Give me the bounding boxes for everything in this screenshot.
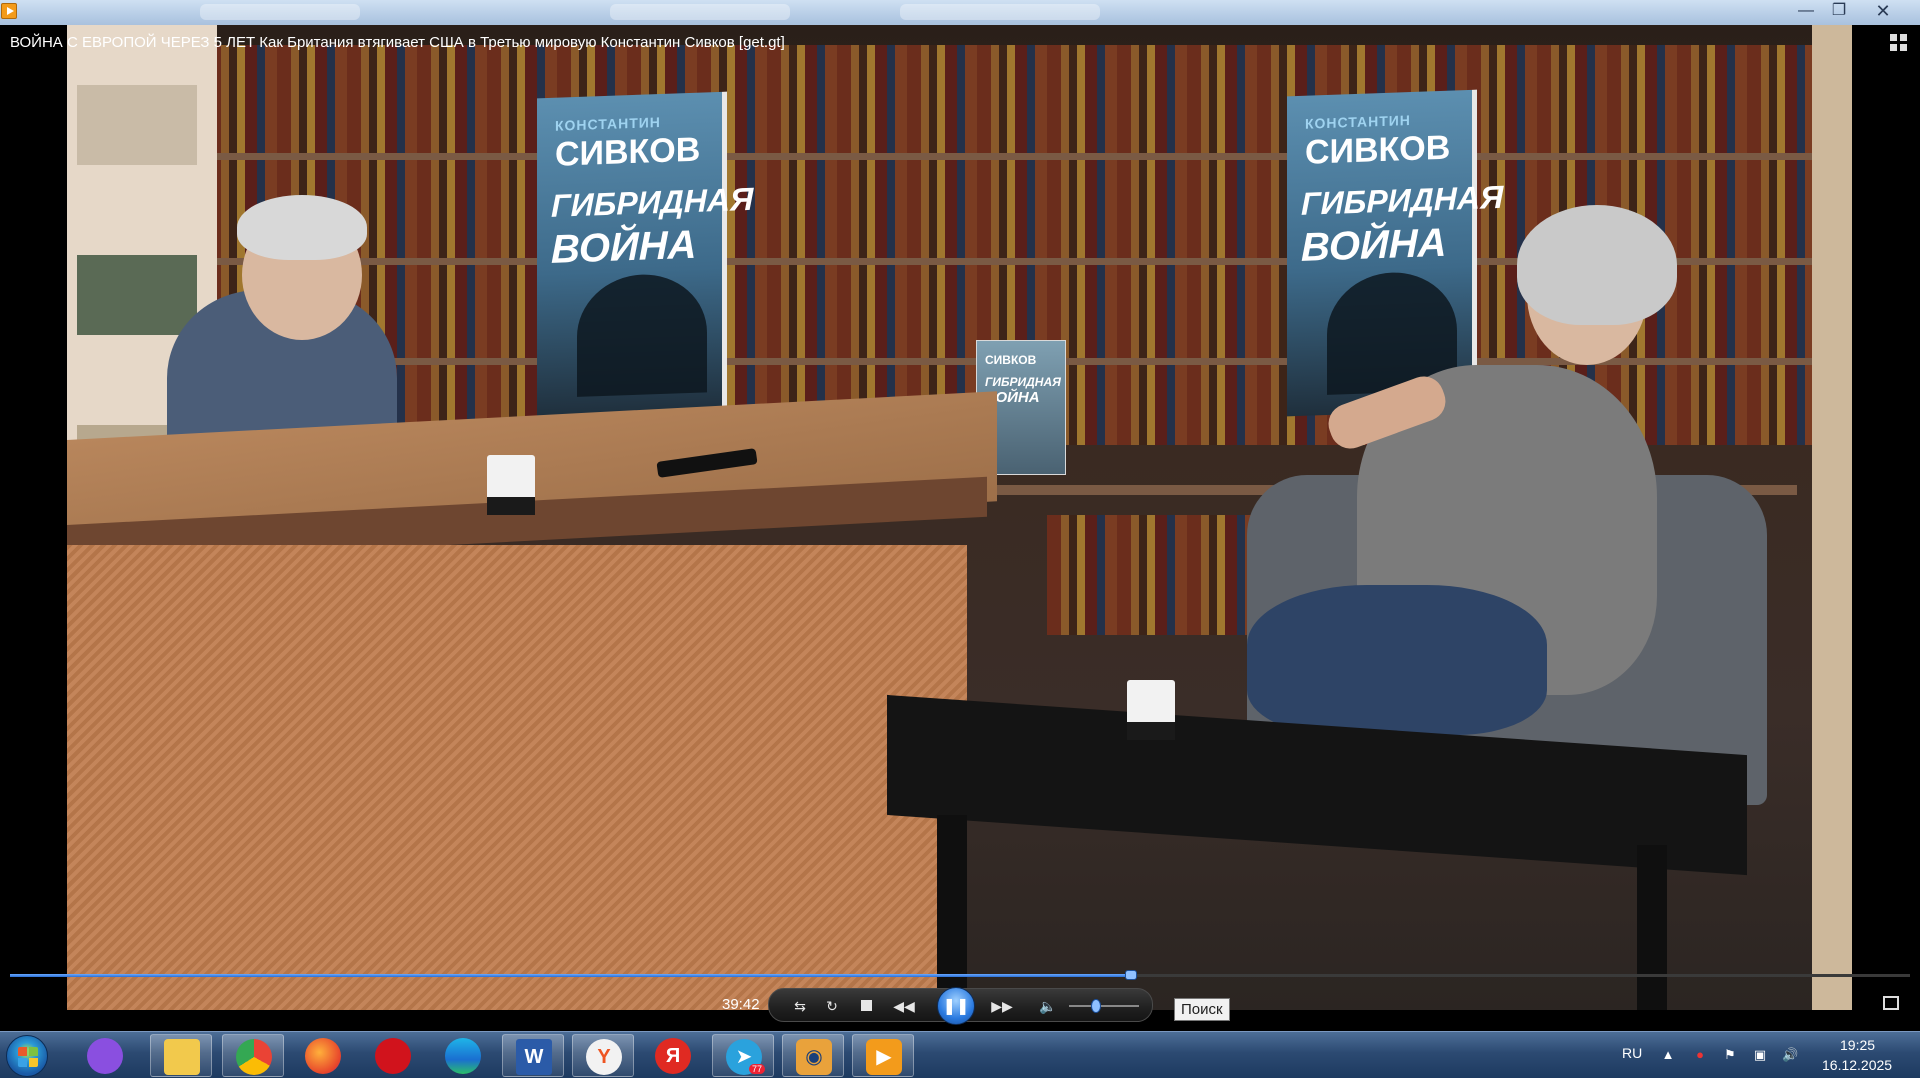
window-titlebar: — ❐ ✕: [0, 0, 1920, 25]
network-icon[interactable]: ▣: [1752, 1047, 1768, 1063]
speaker-icon[interactable]: 🔊: [1782, 1047, 1798, 1063]
action-center-flag-icon[interactable]: ⚑: [1722, 1047, 1738, 1063]
table-leg: [1637, 845, 1667, 1010]
notification-badge: 77: [748, 1064, 765, 1074]
taskbar-app[interactable]: ▶: [852, 1034, 914, 1077]
poster-title: ГИБРИДНАЯ: [1301, 178, 1504, 222]
restore-icon[interactable]: ❐: [1824, 1, 1854, 21]
player-controls: ⇆ ↻ ◀◀ ❚❚ ▶▶ 🔈: [768, 987, 1153, 1025]
yandex-browser-icon: Y: [586, 1039, 622, 1075]
taskbar-app[interactable]: [362, 1034, 424, 1077]
poster-title: ВОЙНА: [1301, 220, 1447, 270]
taskbar-app[interactable]: [150, 1034, 212, 1077]
language-indicator[interactable]: RU: [1622, 1045, 1642, 1061]
antivirus-tray-icon[interactable]: ●: [1692, 1047, 1708, 1063]
taskbar-app[interactable]: [292, 1034, 354, 1077]
file-explorer-icon: [164, 1039, 200, 1075]
desk-front: [67, 545, 967, 1010]
stop-button[interactable]: [855, 995, 877, 1017]
book-cover: [77, 85, 197, 165]
taskbar-app[interactable]: [74, 1034, 136, 1077]
seek-progress: [10, 974, 1131, 977]
right-bookshelf: [1812, 25, 1852, 1010]
alice-icon: [87, 1038, 123, 1074]
seek-bar[interactable]: [10, 970, 1910, 980]
repeat-icon[interactable]: ↻: [821, 995, 843, 1017]
person-right-hair: [1517, 205, 1677, 325]
titlebar-blur: [610, 4, 790, 20]
taskbar-app[interactable]: W: [502, 1034, 564, 1077]
seek-thumb[interactable]: [1125, 970, 1137, 980]
taskbar-app[interactable]: [222, 1034, 284, 1077]
taskbar-app[interactable]: ➤ 77: [712, 1034, 774, 1077]
poster-title: ГИБРИДНАЯ: [551, 180, 754, 224]
book-title: ВОЙНА: [985, 389, 1040, 406]
book-cover: [77, 255, 197, 335]
shuffle-icon[interactable]: ⇆: [789, 995, 811, 1017]
rewind-button[interactable]: ◀◀: [889, 995, 919, 1017]
current-time: 39:42: [722, 996, 760, 1013]
video-title: ВОЙНА С ЕВРОПОЙ ЧЕРЕЗ 5 ЛЕТ Как Британия…: [10, 34, 785, 51]
person-right-legs: [1247, 585, 1547, 735]
taskbar-app[interactable]: Y: [572, 1034, 634, 1077]
bookshelf-row: [67, 45, 1852, 155]
poster-title: ВОЙНА: [551, 222, 697, 272]
poster-surname: СИВКОВ: [1305, 128, 1451, 172]
yandex-icon: Я: [655, 1038, 691, 1074]
minimize-icon[interactable]: —: [1791, 1, 1821, 21]
fullscreen-icon[interactable]: [1883, 996, 1899, 1010]
start-button[interactable]: [6, 1035, 48, 1077]
player-app-icon[interactable]: [1, 3, 17, 19]
playlist-grid-icon[interactable]: [1890, 34, 1908, 52]
person-left-hair: [237, 195, 367, 260]
eye-app-icon: ◉: [796, 1039, 832, 1075]
volume-thumb[interactable]: [1091, 999, 1101, 1013]
poster-author: КОНСТАНТИН: [1305, 111, 1411, 132]
titlebar-blur: [200, 4, 360, 20]
soldier-silhouette: [577, 272, 707, 397]
titlebar-blur: [900, 4, 1100, 20]
book-surname: СИВКОВ: [985, 353, 1037, 367]
media-player-icon: ▶: [866, 1039, 902, 1075]
word-icon: W: [516, 1039, 552, 1075]
show-hidden-icons-icon[interactable]: ▲: [1660, 1047, 1676, 1063]
volume-slider[interactable]: [1069, 1005, 1139, 1007]
poster-surname: СИВКОВ: [555, 130, 701, 174]
taskbar-app[interactable]: [432, 1034, 494, 1077]
mug-left: [487, 455, 535, 515]
edge-icon: [445, 1038, 481, 1074]
firefox-icon: [305, 1038, 341, 1074]
opera-icon: [375, 1038, 411, 1074]
book-title: ГИБРИДНАЯ: [985, 375, 1061, 389]
clock-date[interactable]: 16.12.2025: [1822, 1057, 1892, 1073]
video-frame[interactable]: КОНСТАНТИН СИВКОВ ГИБРИДНАЯ ВОЙНА КОНСТА…: [67, 25, 1852, 1010]
taskbar-app[interactable]: Я: [642, 1034, 704, 1077]
book-poster-right: КОНСТАНТИН СИВКОВ ГИБРИДНАЯ ВОЙНА: [1287, 89, 1503, 417]
chrome-icon: [236, 1039, 272, 1075]
seek-tooltip: Поиск: [1174, 998, 1230, 1021]
pause-button[interactable]: ❚❚: [937, 987, 975, 1025]
taskbar-app[interactable]: ◉: [782, 1034, 844, 1077]
poster-author: КОНСТАНТИН: [555, 113, 661, 134]
volume-icon[interactable]: 🔈: [1037, 995, 1059, 1017]
book-poster-left: КОНСТАНТИН СИВКОВ ГИБРИДНАЯ ВОЙНА: [537, 91, 753, 419]
fast-forward-button[interactable]: ▶▶: [987, 995, 1017, 1017]
mug-right: [1127, 680, 1175, 740]
taskbar: W Y Я ➤ 77 ◉ ▶ RU ▲ ● ⚑ ▣ 🔊 19:25 16.12.…: [0, 1031, 1920, 1078]
close-icon[interactable]: ✕: [1868, 1, 1898, 21]
clock-time[interactable]: 19:25: [1840, 1037, 1875, 1053]
